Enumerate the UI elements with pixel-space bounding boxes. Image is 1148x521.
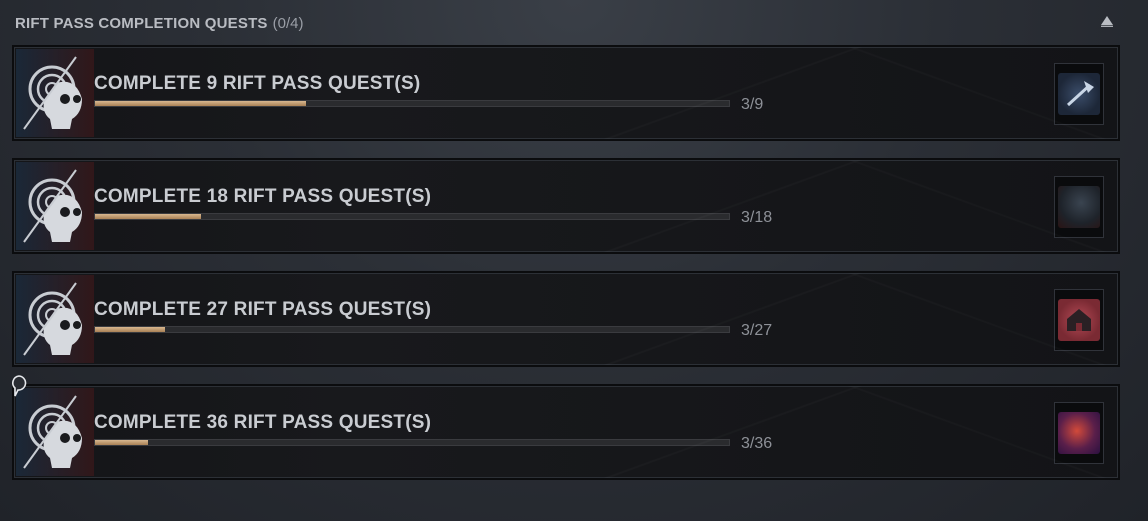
quest-title: COMPLETE 27 RIFT PASS QUEST(S) — [94, 299, 432, 320]
reward-slot[interactable] — [1054, 63, 1104, 125]
progress-fill — [95, 214, 201, 219]
charm-icon — [1058, 412, 1100, 454]
quest-row[interactable]: COMPLETE 27 RIFT PASS QUEST(S) 3/27 — [12, 271, 1120, 367]
progress-fill — [95, 440, 148, 445]
axe-icon — [1058, 73, 1100, 115]
skull-emblem-icon — [16, 162, 94, 250]
quest-row[interactable]: COMPLETE 18 RIFT PASS QUEST(S) 3/18 — [12, 158, 1120, 254]
skull-emblem-icon — [16, 388, 94, 476]
quest-title: COMPLETE 18 RIFT PASS QUEST(S) — [94, 186, 432, 207]
reward-slot[interactable] — [1054, 176, 1104, 238]
section-count: (0/4) — [272, 14, 304, 32]
collapse-arrow-icon[interactable] — [1100, 15, 1114, 27]
progress-text: 3/9 — [741, 96, 764, 113]
landscape-icon — [1058, 186, 1100, 228]
quest-row[interactable]: COMPLETE 36 RIFT PASS QUEST(S) 3/36 — [12, 384, 1120, 480]
progress-fill — [95, 101, 307, 106]
cursor-icon — [12, 375, 27, 397]
progress-fill — [95, 327, 166, 332]
reward-slot[interactable] — [1054, 402, 1104, 464]
quest-row[interactable]: COMPLETE 9 RIFT PASS QUEST(S) 3/9 — [12, 45, 1120, 141]
section-header[interactable]: RIFT PASS COMPLETION QUESTS (0/4) — [15, 12, 1118, 34]
progress-bar — [94, 100, 730, 107]
reward-slot[interactable] — [1054, 289, 1104, 351]
progress-bar — [94, 213, 730, 220]
quest-title: COMPLETE 36 RIFT PASS QUEST(S) — [94, 412, 432, 433]
quest-title: COMPLETE 9 RIFT PASS QUEST(S) — [94, 73, 421, 94]
progress-bar — [94, 326, 730, 333]
skull-emblem-icon — [16, 275, 94, 363]
skull-emblem-icon — [16, 49, 94, 137]
progress-bar — [94, 439, 730, 446]
progress-text: 3/36 — [741, 435, 773, 452]
progress-text: 3/18 — [741, 209, 773, 226]
house-icon — [1058, 299, 1100, 341]
progress-text: 3/27 — [741, 322, 773, 339]
section-title: RIFT PASS COMPLETION QUESTS — [15, 14, 268, 32]
